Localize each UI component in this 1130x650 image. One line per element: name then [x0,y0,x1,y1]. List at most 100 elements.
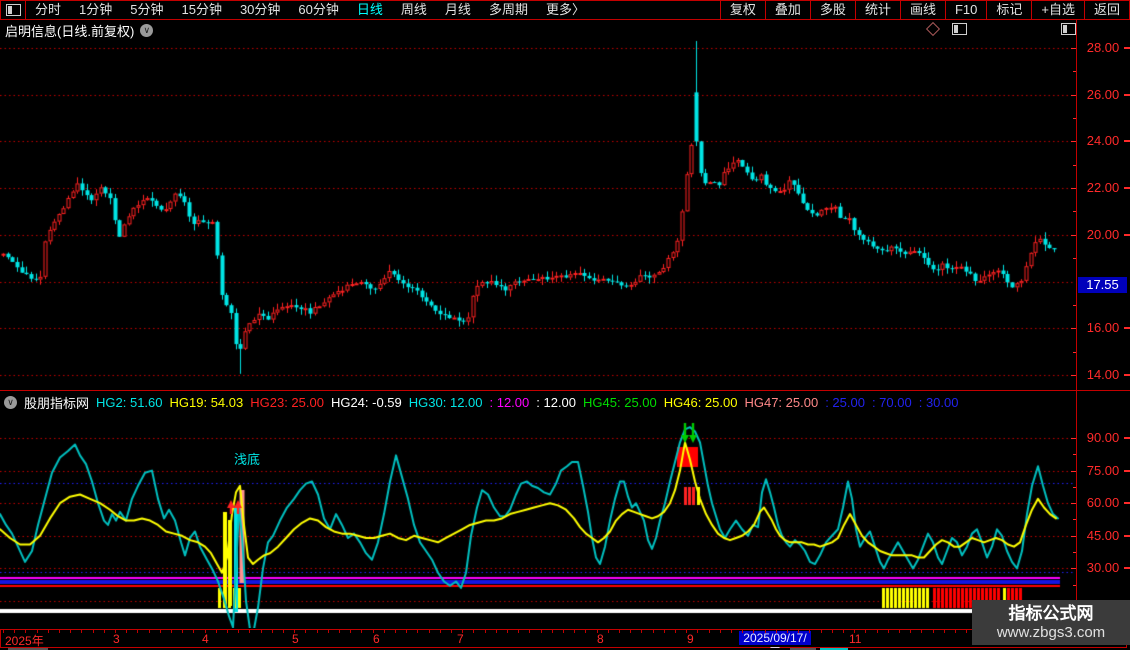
date-axis-tick [395,630,396,633]
toolbar-action-7[interactable]: +自选 [1031,1,1084,19]
split-pane-icon[interactable] [1061,23,1076,35]
indicator-axis-label: 45.00 [1086,527,1120,543]
date-axis-tick [451,630,452,633]
indicator-value-0: HG2: 51.60 [96,395,163,410]
date-axis-tick [518,630,520,633]
watermark-title: 指标公式网 [1008,603,1094,623]
price-axis-label: 22.00 [1086,180,1120,196]
indicator-value-9: HG47: 25.00 [744,395,819,410]
screen-edge-tick [1124,93,1130,96]
indicator-axis-label: 75.00 [1086,462,1120,478]
period-tab-8[interactable]: 月线 [436,1,480,19]
toolbar-action-6[interactable]: 标记 [986,1,1031,19]
indicator-value-3: HG24: -0.59 [330,395,402,410]
price-axis-label: 14.00 [1086,366,1120,382]
indicator-value-1: HG19: 54.03 [169,395,244,410]
period-tab-5[interactable]: 60分钟 [289,1,347,19]
indicator-header: ∨ 股朋指标网 HG2: 51.60 HG19: 54.03 HG23: 25.00… [4,393,958,412]
period-tab-1[interactable]: 1分钟 [70,1,121,19]
period-tab-10[interactable]: 更多〉 [537,1,594,19]
date-axis-tick [843,630,844,633]
toolbar-action-5[interactable]: F10 [944,1,986,19]
date-axis-tick [182,630,184,633]
date-axis-tick [3,630,4,633]
date-axis-tick [585,630,587,633]
date-axis-label: 5 [292,632,299,646]
date-axis-tick [193,630,195,633]
screen-edge-tick [1124,47,1130,49]
date-axis-tick [47,630,49,633]
date-axis-tick [81,630,83,633]
date-axis-tick [641,630,643,633]
period-tab-0[interactable]: 分时 [26,1,70,19]
stock-title[interactable]: 启明信息(日线.前复权) [5,21,134,40]
toolbar-action-0[interactable]: 复权 [719,1,765,19]
date-axis-tick [831,630,833,633]
period-tab-4[interactable]: 30分钟 [231,1,289,19]
date-axis-tick [92,630,94,633]
date-axis-tick [137,630,139,633]
trading-app-screen: 分时 1分钟 5分钟 15分钟 30分钟 60分钟 日线 周线 月线 多周期 更多〉 复权 叠加 多股统… [0,0,1130,650]
date-axis-label: 2025年 [5,634,44,648]
date-axis-tick [910,630,912,633]
date-axis-tick [921,630,923,633]
date-axis-tick [630,630,632,633]
main-price-chart[interactable] [0,38,1077,390]
date-axis-tick [955,630,956,633]
screen-edge-tick [1124,567,1130,570]
toolbar-action-8[interactable]: 返回 [1083,1,1129,19]
toolbar-action-4[interactable]: 画线 [899,1,945,19]
date-axis-tick [249,630,251,633]
indicator-value-11: : 70.00 [871,395,912,410]
toolbar-action-3[interactable]: 统计 [854,1,900,19]
indicator-annotation: 浅底 [234,452,261,467]
last-price-tag: 17.55 [1078,277,1127,293]
date-axis-label: 11 [849,632,862,646]
diamond-icon[interactable] [925,21,941,37]
date-axis-tick [484,630,486,633]
date-axis-tick [361,630,363,633]
indicator-axis-label: 30.00 [1086,560,1120,576]
indicator-value-7: HG45: 25.00 [583,395,657,410]
date-axis-tick [798,630,800,633]
indicator-value-10: : 25.00 [825,395,865,410]
date-axis-tick [238,630,240,633]
watermark: 指标公式网 www.zbgs3.com [972,600,1130,645]
date-axis-tick [899,630,900,633]
date-axis-tick [383,630,385,633]
date-axis-tick [495,630,497,633]
toolbar-action-1[interactable]: 叠加 [764,1,810,19]
date-axis-tick [339,630,340,633]
period-tab-6[interactable]: 日线 [348,1,392,19]
date-axis-tick [350,630,352,633]
indicator-name[interactable]: 股朋指标网 [24,393,89,412]
date-axis-tick [719,630,721,633]
date-axis-tick [215,630,217,633]
indicator-value-4: HG30: 12.00 [408,395,483,410]
toolbar-action-2[interactable]: 多股 [809,1,855,19]
date-axis-tick [473,630,475,633]
chevron-down-icon[interactable]: ∨ [4,396,17,409]
date-axis-label: 6 [373,632,380,646]
date-axis-tick [675,630,676,633]
split-pane-icon[interactable] [952,23,967,35]
date-axis-tick [159,630,161,633]
date-axis-tick [708,630,710,633]
indicator-chart[interactable] [0,413,1077,628]
price-axis-label: 24.00 [1086,133,1120,149]
date-axis-tick [171,630,172,633]
date-axis[interactable]: 2025/09/17/三 2025年 3 4 5 6 7 8 9 11 [0,629,1127,650]
date-axis-label: 3 [113,632,120,646]
period-tab-7[interactable]: 周线 [392,1,436,19]
date-axis-tick [529,630,531,633]
period-tab-2[interactable]: 5分钟 [121,1,172,19]
layout-icon-button[interactable] [1,1,26,19]
date-axis-tick [764,630,766,633]
period-tab-3[interactable]: 15分钟 [172,1,230,19]
chevron-down-icon[interactable]: ∨ [140,24,154,37]
date-axis-tick [59,630,60,633]
price-axis-label: 20.00 [1086,226,1120,242]
split-pane-icon [5,4,21,16]
date-axis-tick [283,630,284,633]
period-tab-9[interactable]: 多周期 [480,1,537,19]
